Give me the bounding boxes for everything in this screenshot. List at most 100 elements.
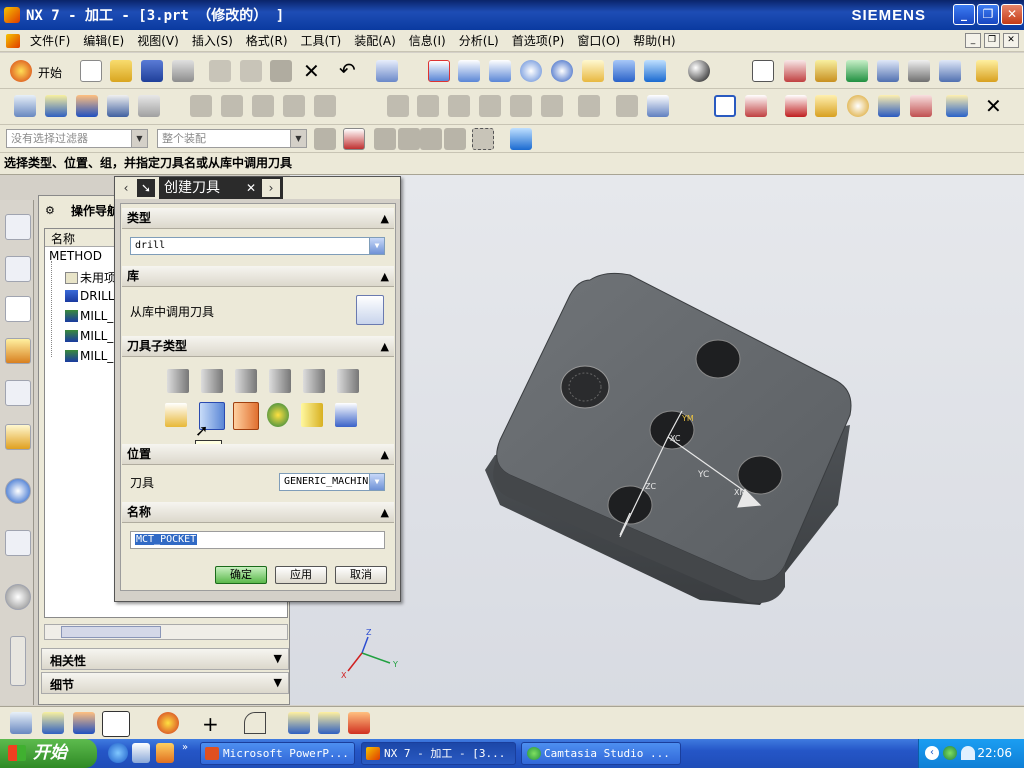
paste-icon[interactable] [270, 60, 292, 82]
rectangle-select-icon[interactable] [472, 128, 494, 150]
save-icon[interactable] [141, 60, 163, 82]
create-operation-icon[interactable] [847, 95, 869, 117]
menu-assembly[interactable]: 装配(A) [354, 32, 396, 49]
relations-panel[interactable]: 相关性 ▼ [41, 648, 289, 670]
tool-location-dropdown[interactable]: GENERIC_MACHIN ▼ [279, 473, 385, 491]
delete-icon[interactable]: ✕ [303, 59, 320, 83]
pan-icon[interactable] [582, 60, 604, 82]
center-drill-icon[interactable] [201, 369, 223, 393]
geometry-view-icon[interactable] [76, 95, 98, 117]
navigator-hscroll[interactable] [44, 624, 288, 640]
snap-point-icon[interactable] [343, 128, 365, 150]
tree-item-mill-2[interactable]: MILL_ [65, 329, 113, 343]
tray-network-icon[interactable] [943, 746, 957, 760]
wcs-orient-icon[interactable] [784, 60, 806, 82]
create-geometry-icon[interactable] [785, 95, 807, 117]
ok-button[interactable]: 确定 [215, 566, 267, 584]
mdi-restore-icon[interactable]: ❐ [984, 33, 1000, 48]
menu-format[interactable]: 格式(R) [246, 32, 288, 49]
filter-settings-icon[interactable] [314, 128, 336, 150]
thread-mill-icon[interactable] [233, 402, 259, 430]
task-camtasia[interactable]: Camtasia Studio ... [521, 742, 681, 765]
reamer-icon[interactable] [303, 369, 325, 393]
reuse-library-icon[interactable] [5, 380, 31, 406]
path-icon[interactable] [877, 60, 899, 82]
edit-object-icon[interactable] [387, 95, 409, 117]
mdi-close-icon[interactable]: ✕ [1003, 33, 1019, 48]
blank-icon[interactable] [910, 95, 932, 117]
spot-drill-icon[interactable] [167, 369, 189, 393]
drilling-tool-icon[interactable] [235, 369, 257, 393]
boundary-icon[interactable] [878, 95, 900, 117]
shop-doc-icon[interactable] [616, 95, 638, 117]
section-name[interactable]: 名称 ▲ [122, 502, 394, 523]
menu-edit[interactable]: 编辑(E) [83, 32, 124, 49]
create-program-icon[interactable] [714, 95, 736, 117]
tree-item-drill[interactable]: DRILL [65, 289, 115, 303]
select-solid-icon[interactable] [510, 128, 532, 150]
back-icon[interactable]: ‹ [117, 179, 135, 197]
create-method-icon[interactable] [815, 95, 837, 117]
print-icon[interactable] [172, 60, 194, 82]
tool-name-input[interactable]: MCT_POCKET [130, 531, 385, 549]
dialog-title-bar[interactable]: ‹ ➘ 创建刀具 ✕ › [115, 177, 400, 199]
rotate-icon[interactable] [551, 60, 573, 82]
fit-view-icon[interactable] [428, 60, 450, 82]
task-powerpoint[interactable]: Microsoft PowerP... [200, 742, 355, 765]
step-drill-icon[interactable] [267, 403, 289, 427]
curve-icon[interactable] [244, 712, 266, 734]
clock-icon[interactable] [5, 584, 31, 610]
method-view-icon[interactable] [102, 711, 130, 737]
menu-window[interactable]: 窗口(O) [577, 32, 620, 49]
transform-icon[interactable] [283, 95, 305, 117]
menu-tools[interactable]: 工具(T) [301, 32, 342, 49]
counter-bore-icon[interactable] [337, 369, 359, 393]
forward-icon[interactable]: › [262, 179, 280, 197]
delete-path-icon[interactable] [314, 95, 336, 117]
restore-icon[interactable]: ❐ [977, 4, 999, 25]
output-icon[interactable] [647, 95, 669, 117]
menu-insert[interactable]: 插入(S) [192, 32, 233, 49]
cut-icon[interactable] [209, 60, 231, 82]
constraint-navigator-icon[interactable] [5, 256, 31, 282]
cancel-button[interactable]: 取消 [335, 566, 387, 584]
cursor-icon[interactable] [908, 60, 930, 82]
select-feature-icon[interactable] [444, 128, 466, 150]
core-drill-icon[interactable] [301, 403, 323, 427]
open-folder-icon[interactable] [110, 60, 132, 82]
tree-root[interactable]: METHOD [49, 249, 102, 263]
blend-icon[interactable] [348, 712, 370, 734]
program-order-icon[interactable] [14, 95, 36, 117]
tree-item-mill-3[interactable]: MILL_ [65, 349, 113, 363]
zoom-window-icon[interactable] [458, 60, 480, 82]
wcs-icon[interactable] [752, 60, 774, 82]
tray-expand-icon[interactable]: ‹ [925, 746, 939, 760]
op-list-icon[interactable] [138, 95, 160, 117]
assembly-scope-combo[interactable]: 整个装配 ▼ [157, 129, 307, 148]
select-body-icon[interactable] [398, 128, 420, 150]
delete-object-icon[interactable] [541, 95, 563, 117]
section-tool-subtype[interactable]: 刀具子类型 ▲ [122, 336, 394, 357]
tool-view-icon[interactable] [42, 712, 64, 734]
extrude-icon[interactable] [288, 712, 310, 734]
menu-file[interactable]: 文件(F) [30, 32, 70, 49]
render-style-icon[interactable] [644, 60, 666, 82]
menu-help[interactable]: 帮助(H) [633, 32, 675, 49]
selection-filter-combo[interactable]: 没有选择过滤器 ▼ [6, 129, 148, 148]
section-location[interactable]: 位置 ▲ [122, 444, 394, 465]
menu-view[interactable]: 视图(V) [137, 32, 179, 49]
close-icon[interactable]: ✕ [1001, 4, 1023, 25]
shaded-icon[interactable] [688, 60, 710, 82]
undo-icon[interactable]: ↶ [339, 58, 356, 82]
task-nx[interactable]: NX 7 - 加工 - [3... [361, 742, 516, 765]
details-panel[interactable]: 细节 ▼ [41, 672, 289, 694]
apply-button[interactable]: 应用 [275, 566, 327, 584]
history-icon[interactable] [5, 424, 31, 450]
select-edge-icon[interactable] [420, 128, 442, 150]
quick-launch-more-icon[interactable]: » [182, 742, 188, 753]
expand-relations-icon[interactable]: ▼ [274, 652, 282, 665]
list-path-icon[interactable] [252, 95, 274, 117]
countersink-icon[interactable] [165, 403, 187, 427]
postprocess-icon[interactable] [939, 60, 961, 82]
generate-icon[interactable] [190, 95, 212, 117]
